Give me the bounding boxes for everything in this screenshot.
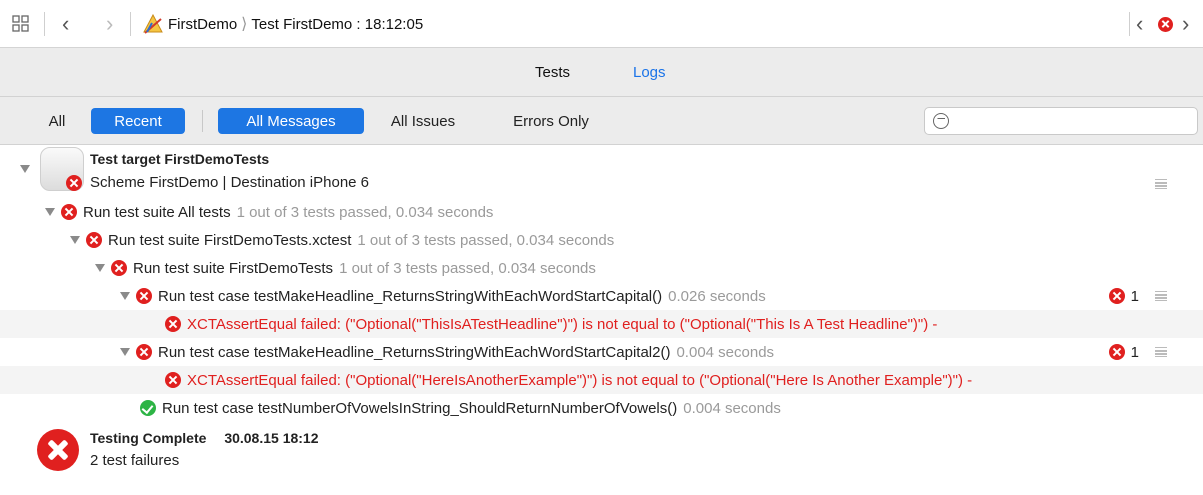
issue-count: 1	[1108, 287, 1139, 305]
log-row-detail: 0.026 seconds	[668, 287, 766, 305]
error-icon	[61, 204, 77, 220]
details-icon[interactable]	[1155, 291, 1167, 301]
testing-complete-title: Testing Complete	[90, 430, 207, 446]
tab-tests[interactable]: Tests	[535, 48, 570, 97]
filter-all-messages[interactable]: All Messages	[218, 108, 364, 134]
testing-complete-header: Testing Complete 30.08.15 18:12	[90, 430, 319, 446]
log-row[interactable]: Run test case testNumberOfVowelsInString…	[0, 394, 1203, 422]
issue-count: 1	[1108, 343, 1139, 361]
issue-indicator-icon[interactable]	[1158, 0, 1173, 48]
log-row-detail: 1 out of 3 tests passed, 0.034 seconds	[236, 203, 494, 221]
success-check-icon	[140, 400, 156, 416]
log-row-detail: 1 out of 3 tests passed, 0.034 seconds	[357, 231, 615, 249]
failure-summary-icon	[37, 429, 79, 471]
failure-message: XCTAssertEqual failed: ("Optional("HereI…	[187, 371, 973, 389]
log-row[interactable]: Run test suite FirstDemoTests.xctest 1 o…	[0, 226, 1203, 254]
tab-bar: Tests Logs	[0, 48, 1203, 97]
log-row-detail: 0.004 seconds	[683, 399, 781, 417]
log-row-label: Run test suite FirstDemoTests	[133, 259, 334, 277]
error-icon	[86, 232, 102, 248]
breadcrumb-run[interactable]: Test FirstDemo : 18:12:05	[251, 16, 423, 33]
test-target-title: Test target FirstDemoTests	[90, 151, 270, 167]
filter-all-issues[interactable]: All Issues	[376, 108, 470, 134]
log-row[interactable]: Run test case testMakeHeadline_ReturnsSt…	[0, 282, 1203, 310]
error-icon	[136, 288, 152, 304]
next-issue-icon[interactable]: ›	[1182, 0, 1189, 48]
filter-errors-only[interactable]: Errors Only	[496, 108, 606, 134]
log-row-failure[interactable]: XCTAssertEqual failed: ("Optional("HereI…	[0, 366, 1203, 394]
disclosure-triangle-icon[interactable]	[45, 208, 55, 216]
failure-message: XCTAssertEqual failed: ("Optional("ThisI…	[187, 315, 938, 333]
log-row-label: Run test suite FirstDemoTests.xctest	[108, 231, 352, 249]
log-row[interactable]: Run test case testMakeHeadline_ReturnsSt…	[0, 338, 1203, 366]
error-icon	[66, 175, 82, 191]
error-icon	[165, 372, 181, 388]
issue-count-value: 1	[1130, 343, 1139, 361]
jump-bar: ‹ › FirstDemo ⟩ Test FirstDemo : 18:12:0…	[0, 0, 1203, 48]
log-row[interactable]: Run test suite FirstDemoTests 1 out of 3…	[0, 254, 1203, 282]
error-icon	[1108, 288, 1125, 304]
breadcrumb-separator-icon: ⟩	[241, 16, 248, 33]
log-row-label: Run test case testMakeHeadline_ReturnsSt…	[158, 343, 671, 361]
error-icon	[165, 316, 181, 332]
disclosure-triangle-icon[interactable]	[120, 292, 130, 300]
disclosure-triangle-icon[interactable]	[20, 165, 30, 173]
testing-complete-time: 30.08.15 18:12	[224, 430, 319, 446]
forward-arrow-icon[interactable]: ›	[106, 0, 113, 48]
disclosure-triangle-icon[interactable]	[120, 348, 130, 356]
error-icon	[111, 260, 127, 276]
filter-search-input[interactable]	[924, 107, 1198, 135]
testing-complete-detail: 2 test failures	[90, 452, 180, 469]
related-items-icon[interactable]	[12, 0, 30, 48]
log-row-label: Run test case testNumberOfVowelsInString…	[162, 399, 678, 417]
details-icon[interactable]	[1155, 347, 1167, 357]
xcode-project-icon	[142, 13, 164, 35]
disclosure-triangle-icon[interactable]	[95, 264, 105, 272]
filter-bar: All Recent All Messages All Issues Error…	[0, 97, 1203, 145]
error-icon	[136, 344, 152, 360]
log-view: Test target FirstDemoTests Scheme FirstD…	[0, 145, 1203, 495]
tab-logs[interactable]: Logs	[633, 48, 666, 97]
filter-all[interactable]: All	[40, 108, 74, 134]
test-target-subtitle: Scheme FirstDemo | Destination iPhone 6	[90, 174, 370, 191]
log-row-detail: 0.004 seconds	[676, 343, 775, 361]
issue-count-value: 1	[1130, 287, 1139, 305]
disclosure-triangle-icon[interactable]	[70, 236, 80, 244]
previous-issue-icon[interactable]: ‹	[1136, 0, 1143, 48]
log-row[interactable]: Run test suite All tests 1 out of 3 test…	[0, 198, 1203, 226]
test-target-header[interactable]: Test target FirstDemoTests Scheme FirstD…	[0, 147, 1203, 203]
filter-recent[interactable]: Recent	[91, 108, 185, 134]
error-icon	[1108, 344, 1125, 360]
breadcrumb-project[interactable]: FirstDemo	[168, 16, 237, 33]
filter-icon	[933, 113, 949, 129]
details-icon[interactable]	[1155, 179, 1167, 189]
log-row-detail: 1 out of 3 tests passed, 0.034 seconds	[339, 259, 596, 277]
breadcrumb: FirstDemo ⟩ Test FirstDemo : 18:12:05	[142, 0, 423, 48]
log-row-label: Run test case testMakeHeadline_ReturnsSt…	[158, 287, 663, 305]
log-row-label: Run test suite All tests	[83, 203, 231, 221]
log-row-failure[interactable]: XCTAssertEqual failed: ("Optional("ThisI…	[0, 310, 1203, 338]
back-arrow-icon[interactable]: ‹	[62, 0, 69, 48]
